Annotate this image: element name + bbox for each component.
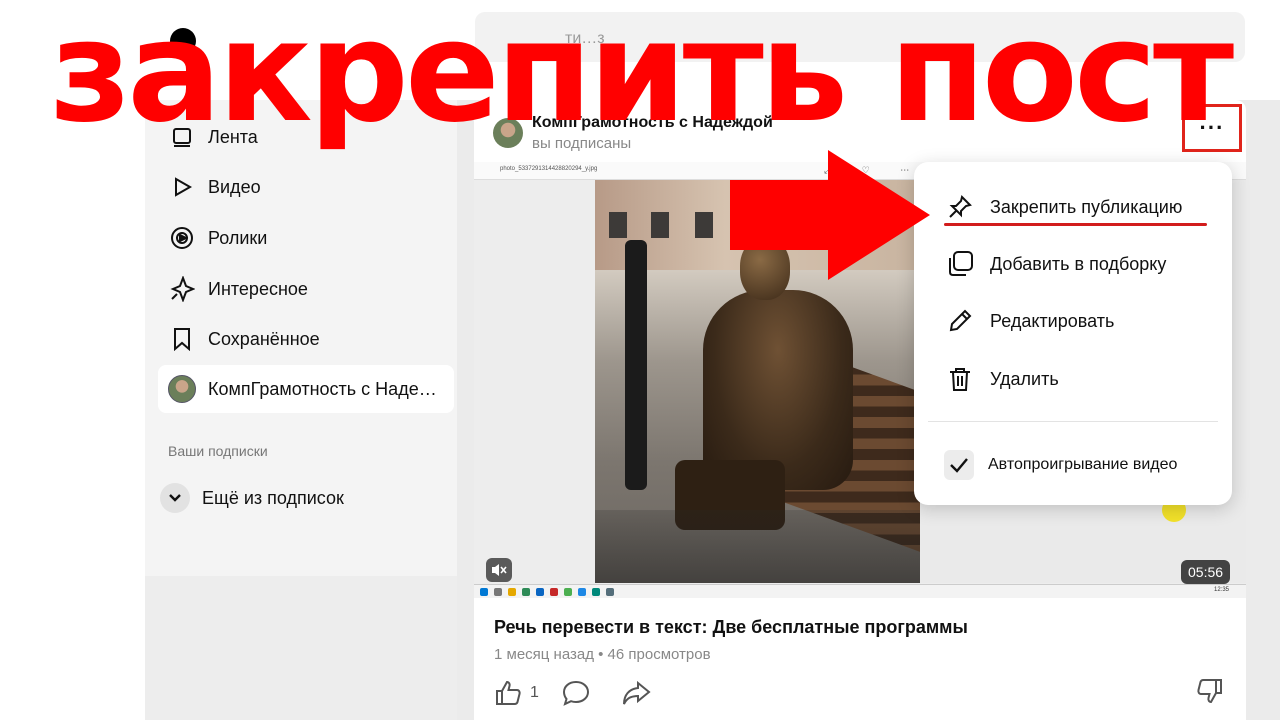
subscriptions-caption: Ваши подписки <box>168 443 268 459</box>
trash-icon <box>944 363 976 395</box>
windows-taskbar: 12:35 <box>474 584 1246 598</box>
sparkle-icon <box>168 275 196 303</box>
menu-item-label: Закрепить публикацию <box>990 196 1183 217</box>
shorts-icon <box>168 224 196 252</box>
comment-icon <box>562 680 589 706</box>
more-subscriptions-label: Ещё из подписок <box>202 487 344 508</box>
opera-icon <box>550 588 558 596</box>
bookmark-icon <box>168 325 196 353</box>
menu-item-delete[interactable]: Удалить <box>944 359 1059 399</box>
channel-avatar <box>168 375 196 403</box>
sidebar-item-channel[interactable]: КомпГрамотность с Наде… <box>158 365 454 413</box>
share-button[interactable] <box>621 679 659 707</box>
folder-icon <box>508 588 516 596</box>
app-icon <box>592 588 600 596</box>
windows-start-icon <box>480 588 488 596</box>
sidebar-item-shorts[interactable]: Ролики <box>158 214 454 262</box>
post-actions: 1 <box>494 676 681 710</box>
sidebar-item-saved[interactable]: Сохранённое <box>158 315 454 363</box>
play-icon <box>168 173 196 201</box>
menu-item-edit[interactable]: Редактировать <box>944 301 1114 341</box>
check-icon <box>950 458 968 473</box>
channel-avatar-wrap <box>168 375 196 403</box>
sidebar-item-label: Ролики <box>208 227 268 248</box>
sidebar-item-label: Интересное <box>208 278 308 299</box>
sidebar-item-label: КомпГрамотность с Наде… <box>208 378 437 399</box>
thumbs-up-icon <box>496 680 521 705</box>
thumbs-down-icon <box>1197 679 1222 704</box>
chevron-down-icon <box>160 483 190 513</box>
menu-item-label: Редактировать <box>990 310 1115 331</box>
menu-divider <box>928 421 1218 422</box>
dislike-button[interactable] <box>1196 676 1224 711</box>
taskbar-clock: 12:35 <box>1214 587 1230 593</box>
sidebar-item-video[interactable]: Видео <box>158 163 454 211</box>
sidebar-item-label: Видео <box>208 176 261 197</box>
edge-icon <box>536 588 544 596</box>
photo-lamp-post <box>625 240 647 490</box>
app-icon <box>606 588 614 596</box>
highlight-underline <box>944 223 1207 226</box>
copy-icon <box>944 248 976 280</box>
post-meta: 1 месяц назад • 46 просмотров <box>494 646 711 663</box>
app-icon <box>522 588 530 596</box>
comment-button[interactable] <box>561 679 599 707</box>
red-arrow-icon <box>730 150 930 280</box>
photo-window <box>695 212 713 238</box>
menu-item-label: Удалить <box>990 368 1059 389</box>
autoplay-checkbox[interactable] <box>944 450 974 480</box>
menu-item-pin[interactable]: Закрепить публикацию <box>944 187 1182 227</box>
like-button[interactable]: 1 <box>494 679 539 707</box>
mute-icon <box>492 564 507 576</box>
menu-item-label: Добавить в подборку <box>990 253 1167 274</box>
post-title[interactable]: Речь перевести в текст: Две бесплатные п… <box>494 617 968 638</box>
pencil-icon <box>944 305 976 337</box>
photo-window <box>609 212 627 238</box>
chrome-icon <box>564 588 572 596</box>
sidebar-item-interesting[interactable]: Интересное <box>158 265 454 313</box>
menu-item-autoplay[interactable]: Автопроигрывание видео <box>944 445 1177 485</box>
pin-icon <box>944 191 976 223</box>
more-subscriptions-button[interactable]: Ещё из подписок <box>160 482 344 514</box>
video-duration: 05:56 <box>1181 560 1231 584</box>
viewer-file-name: photo_5337291314428820294_y.jpg <box>500 166 598 172</box>
sidebar-footer <box>145 576 457 720</box>
menu-item-add-to-collection[interactable]: Добавить в подборку <box>944 244 1166 284</box>
sidebar-item-label: Сохранённое <box>208 328 320 349</box>
mute-button[interactable] <box>486 558 512 582</box>
app-icon <box>578 588 586 596</box>
share-icon <box>622 680 651 705</box>
photo-shadow <box>595 510 920 583</box>
menu-item-label: Автопроигрывание видео <box>988 456 1178 473</box>
search-icon <box>494 588 502 596</box>
like-count: 1 <box>530 684 539 701</box>
photo-window <box>651 212 669 238</box>
headline-overlay: закрепить пост <box>49 0 1234 154</box>
screenshot: ти…з Лента Видео Ролики Интересное Сохра… <box>0 0 1280 720</box>
